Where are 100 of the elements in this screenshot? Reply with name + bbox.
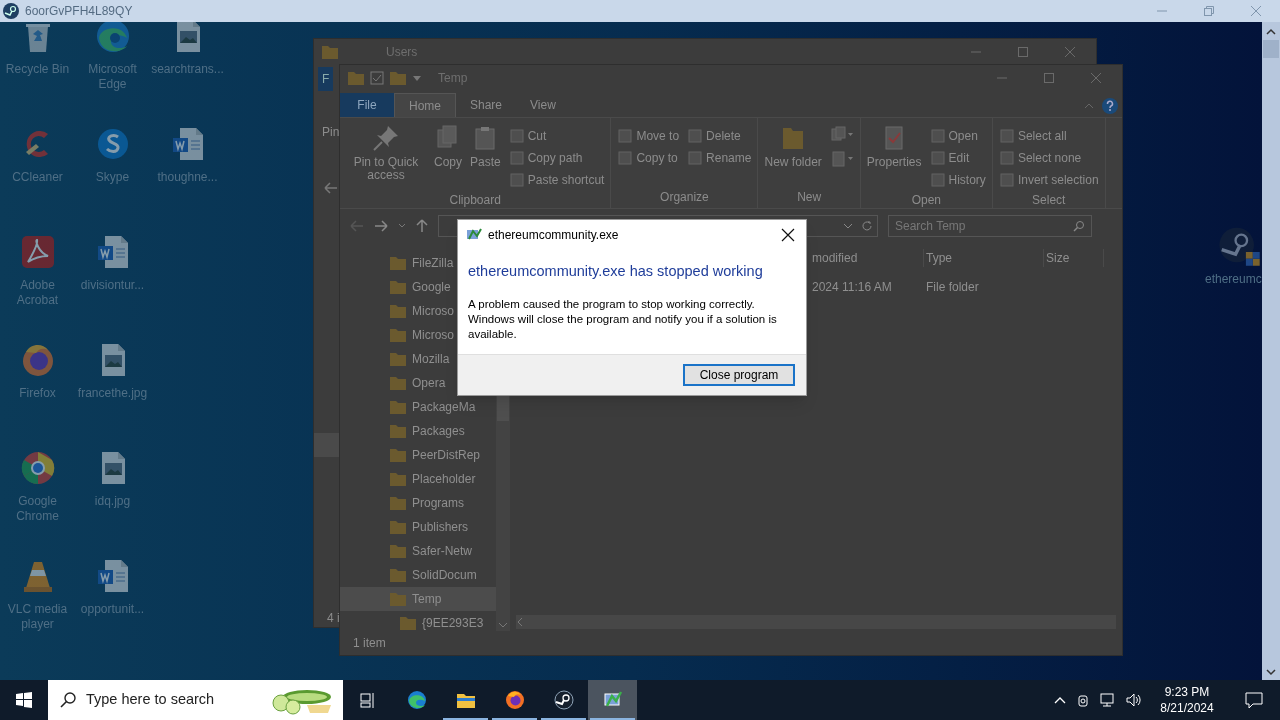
status-text: 1 item — [353, 635, 386, 652]
column-header[interactable]: Type — [924, 249, 1044, 267]
desktop-icon-label[interactable]: Microsoft Edge — [75, 62, 150, 92]
dialog-heading: ethereumcommunity.exe has stopped working — [468, 262, 764, 281]
folder-icon — [400, 616, 416, 630]
desktop-icon-label[interactable]: VLC media player — [0, 602, 75, 632]
folder-icon — [390, 400, 406, 414]
ribbon-button[interactable]: Paste shortcut — [508, 169, 605, 191]
ribbon-button[interactable]: Pin — [322, 123, 340, 141]
command-icon — [508, 150, 525, 166]
command-icon — [508, 172, 525, 188]
tree-item[interactable]: Packages — [340, 419, 496, 443]
ribbon-button[interactable]: Select none — [998, 147, 1099, 169]
folder-icon — [390, 376, 406, 390]
folder-icon — [390, 71, 406, 85]
ribbon-tab[interactable]: Share — [456, 93, 517, 117]
ribbon-tab[interactable]: F — [318, 67, 334, 91]
scroll-left-icon — [516, 617, 524, 627]
desktop-icon-label[interactable]: CCleaner — [0, 170, 75, 185]
close-icon — [1090, 72, 1102, 84]
close-program-button[interactable]: Close program — [683, 364, 795, 386]
tree-item[interactable]: PackageMa — [340, 395, 496, 419]
ribbon-button[interactable]: Copy path — [508, 147, 605, 169]
search-field[interactable]: Type here to search — [48, 680, 343, 720]
column-header[interactable]: Size — [1044, 249, 1104, 267]
desktop-icon-label[interactable]: francethe.jpg — [75, 386, 150, 401]
command-icon — [508, 128, 525, 144]
caret-icon — [398, 222, 406, 230]
ribbon-button[interactable]: Copy — [434, 124, 462, 191]
ribbon-button[interactable]: Pin to Quick access — [346, 124, 426, 191]
group-label: Clipboard — [448, 192, 502, 209]
ribbon-button[interactable]: Edit — [929, 147, 986, 169]
folder-icon — [390, 568, 406, 582]
clock-time[interactable]: 9:23 PM — [1164, 684, 1210, 700]
tree-item[interactable]: Temp — [340, 587, 496, 611]
desktop-icon-label[interactable]: searchtrans... — [150, 62, 225, 77]
desktop-icon-label[interactable]: ethereumc — [1200, 272, 1262, 287]
speech-bubble-icon — [1245, 691, 1263, 709]
tree-item[interactable]: PeerDistRep — [340, 443, 496, 467]
folder-icon — [390, 280, 406, 294]
ribbon-button[interactable]: Open — [929, 125, 986, 147]
folder-icon — [390, 448, 406, 462]
tree-item[interactable]: {9EE293E3 — [340, 611, 496, 635]
tree-item[interactable]: Publishers — [340, 515, 496, 539]
ribbon-button[interactable]: Move to — [617, 125, 680, 147]
folder-icon — [390, 520, 406, 534]
folder-icon — [390, 496, 406, 510]
column-header[interactable]: modified — [810, 249, 924, 267]
ribbon-tab[interactable]: File — [340, 93, 394, 117]
desktop-icon-label[interactable]: Skype — [75, 170, 150, 185]
desktop-icon-label[interactable]: opportunit... — [75, 602, 150, 617]
speaker-icon — [1126, 692, 1142, 708]
command-icon — [687, 150, 704, 166]
scrollbar[interactable] — [516, 615, 1116, 629]
collapse-caret-icon — [1084, 101, 1094, 111]
dialog-message: A problem caused the program to stop working correctly. Windows will close the program and notify you if a solution is available. — [468, 296, 778, 342]
desktop-icon-label[interactable]: Adobe Acrobat — [0, 278, 75, 308]
ribbon-button[interactable]: Cut — [508, 125, 605, 147]
scroll-up-icon — [1266, 28, 1276, 36]
table-cell-text: 2024 11:16 AM — [812, 279, 893, 296]
ribbon-button[interactable]: Properties — [866, 124, 922, 191]
desktop-icon-label[interactable]: Firefox — [0, 386, 75, 401]
scrollbar[interactable] — [1262, 22, 1280, 680]
refresh-icon — [861, 220, 873, 232]
ribbon-button[interactable]: Select all — [998, 125, 1099, 147]
group-label: Organize — [659, 189, 710, 206]
chevron-up-icon — [1054, 695, 1066, 705]
tree-item[interactable]: Programs — [340, 491, 496, 515]
ribbon-button[interactable]: Rename — [687, 147, 752, 169]
ribbon-tab[interactable]: Home — [394, 93, 456, 117]
search-field[interactable]: Search Temp — [888, 215, 1092, 237]
help-icon — [1102, 98, 1118, 114]
desktop-icon-label[interactable]: Google Chrome — [0, 494, 75, 524]
ribbon-button[interactable]: Delete — [687, 125, 752, 147]
folder-icon — [390, 424, 406, 438]
tree-item[interactable]: SolidDocum — [340, 563, 496, 587]
desktop-icon-label[interactable]: Recycle Bin — [0, 62, 75, 77]
caret-icon — [412, 73, 422, 83]
desktop-icon-label[interactable]: idq.jpg — [75, 494, 150, 509]
close-icon — [1250, 5, 1262, 17]
scroll-down-icon — [1266, 668, 1276, 676]
tree-item[interactable]: Placeholder — [340, 467, 496, 491]
folder-icon — [322, 45, 338, 59]
desktop-icon-label[interactable]: divisiontur... — [75, 278, 150, 293]
ribbon-button[interactable]: History — [929, 169, 986, 191]
tree-item[interactable]: Safer-Netw — [340, 539, 496, 563]
ribbon-tab[interactable]: View — [516, 93, 570, 117]
clock-date[interactable]: 8/21/2024 — [1160, 700, 1214, 716]
close-icon — [781, 227, 795, 242]
headset-icon — [1076, 692, 1090, 708]
desktop-icon-label[interactable]: thoughne... — [150, 170, 225, 185]
ribbon-button[interactable]: Copy to — [617, 147, 680, 169]
row-highlight — [314, 433, 340, 457]
ribbon-button[interactable]: Paste — [470, 124, 501, 191]
round-logo-icon — [553, 690, 574, 710]
ribbon-button[interactable]: Invert selection — [998, 169, 1099, 191]
folder-icon — [390, 592, 406, 606]
ribbon-button[interactable]: New folder — [764, 124, 822, 188]
pin-icon — [372, 124, 400, 152]
scrollbar-thumb[interactable] — [1263, 40, 1279, 58]
